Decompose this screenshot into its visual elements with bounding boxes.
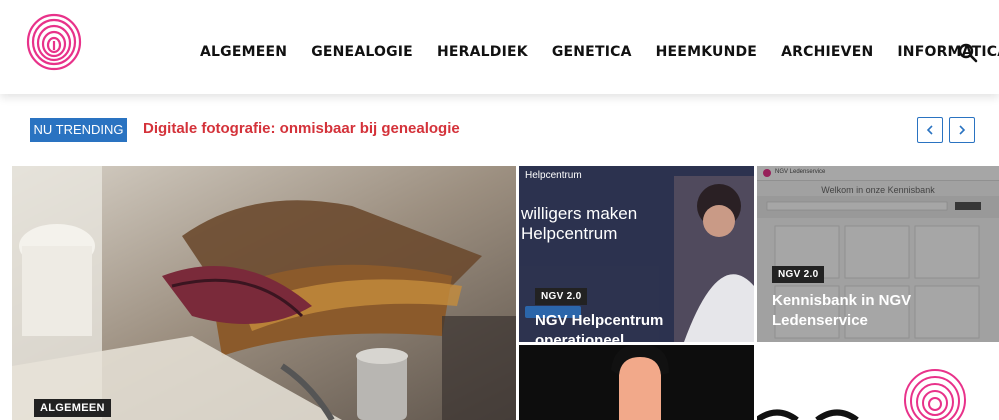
screen-brand-text: NGV Ledenservice xyxy=(775,169,826,175)
article-title[interactable]: NGV Helpcentrum operationeel xyxy=(535,311,745,342)
site-header: ALGEMEEN GENEALOGIE HERALDIEK GENETICA H… xyxy=(0,0,999,94)
nav-algemeen[interactable]: ALGEMEEN xyxy=(200,44,287,60)
article-tile-avatar[interactable] xyxy=(519,345,754,420)
screen-heading-text: Welkom in onze Kennisbank xyxy=(821,185,935,195)
search-icon[interactable] xyxy=(958,43,978,63)
avatar-silhouette-image xyxy=(519,345,754,420)
nav-heraldiek[interactable]: HERALDIEK xyxy=(437,44,528,60)
main-nav: ALGEMEEN GENEALOGIE HERALDIEK GENETICA H… xyxy=(200,44,999,60)
nav-archieven[interactable]: ARCHIEVEN xyxy=(781,44,873,60)
nav-genealogie[interactable]: GENEALOGIE xyxy=(311,44,413,60)
quill-still-life-image xyxy=(12,166,516,420)
fingerprint-logo-image xyxy=(757,345,999,420)
nav-genetica[interactable]: GENETICA xyxy=(552,44,632,60)
prev-button[interactable] xyxy=(917,117,943,143)
article-tile-kennisbank[interactable]: NGV Ledenservice Welkom in onze Kennisba… xyxy=(757,166,999,342)
nav-informatica[interactable]: INFORMATICA xyxy=(897,44,999,60)
category-badge[interactable]: NGV 2.0 xyxy=(535,288,588,305)
category-badge[interactable]: ALGEMEEN xyxy=(34,399,111,417)
screen-heading-text: willigers maken Helpcentrum xyxy=(521,204,638,243)
chevron-left-icon xyxy=(926,125,933,135)
chevron-right-icon xyxy=(959,125,966,135)
category-badge[interactable]: NGV 2.0 xyxy=(772,266,825,283)
next-button[interactable] xyxy=(949,117,975,143)
trending-title[interactable]: Digitale fotografie: onmisbaar bij genea… xyxy=(143,120,460,137)
article-tile-helpcentrum[interactable]: Helpcentrum willigers maken Helpcentrum … xyxy=(519,166,754,342)
fingerprint-logo[interactable] xyxy=(22,8,86,72)
nav-heemkunde[interactable]: HEEMKUNDE xyxy=(656,44,757,60)
article-title[interactable]: Kennisbank in NGV Ledenservice xyxy=(772,291,994,331)
screen-brand-text: Helpcentrum xyxy=(525,170,582,181)
article-tile-logo[interactable] xyxy=(757,345,999,420)
featured-tile-algemeen[interactable]: ALGEMEEN xyxy=(12,166,516,420)
trending-badge: NU TRENDING xyxy=(30,118,127,142)
